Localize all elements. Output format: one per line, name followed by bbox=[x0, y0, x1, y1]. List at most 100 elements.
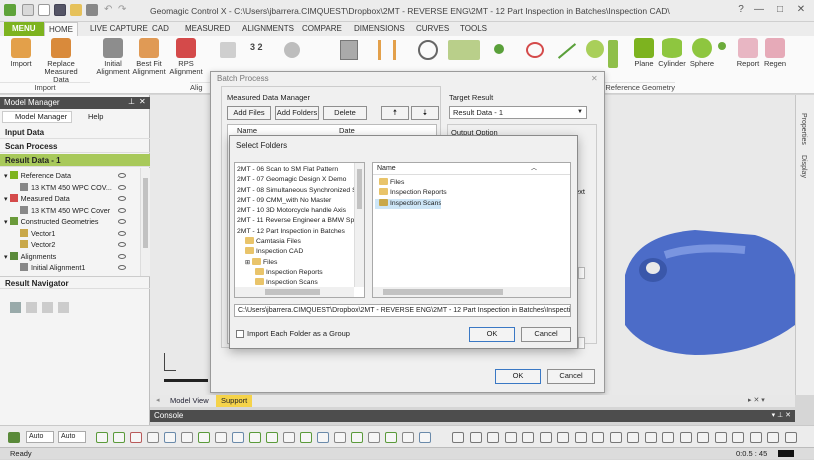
selection-mode-icon[interactable] bbox=[8, 432, 20, 443]
navigator-icon[interactable] bbox=[42, 302, 53, 313]
toolbar-tool-icon[interactable] bbox=[215, 432, 227, 443]
visibility-eye-icon[interactable] bbox=[118, 219, 126, 224]
filter-select-2[interactable]: Auto bbox=[58, 431, 86, 443]
maximize-button[interactable]: □ bbox=[773, 4, 787, 16]
tree-item[interactable]: ▾ Reference Data bbox=[4, 170, 71, 181]
numbered-points-icon[interactable]: 3 2 bbox=[250, 42, 263, 52]
folder-tree-hscroll-thumb[interactable] bbox=[265, 289, 320, 295]
folder-list-item[interactable]: Inspection Scans bbox=[375, 198, 441, 209]
visibility-eye-icon[interactable] bbox=[118, 207, 126, 213]
tree-scrollbar[interactable] bbox=[140, 168, 150, 276]
minimize-button[interactable]: — bbox=[752, 4, 766, 16]
toolbar-view-icon[interactable] bbox=[644, 432, 657, 443]
visibility-eye-icon[interactable] bbox=[118, 265, 126, 270]
visibility-eye-icon[interactable] bbox=[118, 253, 126, 259]
navigator-icon[interactable] bbox=[26, 302, 37, 313]
sphere-button[interactable]: Sphere bbox=[688, 38, 716, 82]
toolbar-view-icon[interactable] bbox=[487, 432, 499, 443]
folder-tree-item[interactable]: Inspection CAD bbox=[237, 247, 364, 257]
toolbar-view-icon[interactable] bbox=[697, 432, 709, 443]
folder-tree[interactable]: 2MT - 06 Scan to SM Flat Pattern 2MT - 07… bbox=[234, 162, 365, 298]
tab-home[interactable]: HOME bbox=[44, 22, 78, 36]
folder-tree-item[interactable]: 2MT - 06 Scan to SM Flat Pattern bbox=[237, 165, 364, 175]
folder-tree-item[interactable]: 2MT - 10 3D Motorcycle handle Axis bbox=[237, 206, 364, 216]
cylinder-button[interactable]: Cylinder bbox=[656, 38, 688, 82]
toolbar-tool-icon[interactable] bbox=[419, 432, 431, 443]
toolbar-view-icon[interactable] bbox=[574, 432, 587, 443]
visibility-eye-icon[interactable] bbox=[118, 196, 126, 201]
points-cloud-icon[interactable] bbox=[526, 42, 544, 58]
tab-live-capture[interactable]: LIVE CAPTURE bbox=[86, 22, 152, 36]
toolbar-tool-icon[interactable] bbox=[266, 432, 278, 443]
batch-cancel-button[interactable]: Cancel bbox=[547, 369, 595, 384]
toolbar-view-icon[interactable] bbox=[539, 432, 552, 443]
toolbar-tool-icon[interactable] bbox=[385, 432, 397, 443]
toolbar-tool-icon[interactable] bbox=[164, 432, 176, 443]
tree-item[interactable]: Vector1 bbox=[20, 228, 55, 239]
toolbar-tool-icon[interactable] bbox=[351, 432, 363, 443]
toolbar-tool-icon[interactable] bbox=[181, 432, 193, 443]
toolbar-view-icon[interactable] bbox=[732, 432, 744, 443]
output-field[interactable] bbox=[578, 267, 585, 279]
folder-tree-item[interactable]: 2MT - 08 Simultaneous Synchronized S bbox=[237, 186, 364, 196]
contents-hscroll-thumb[interactable] bbox=[383, 289, 503, 295]
tab-compare[interactable]: COMPARE bbox=[298, 22, 346, 36]
folder-tree-vscroll[interactable] bbox=[354, 163, 364, 287]
tab-cad[interactable]: CAD bbox=[148, 22, 173, 36]
import-button[interactable]: Import bbox=[4, 38, 38, 82]
add-folders-button[interactable]: Add Folders bbox=[275, 106, 319, 120]
display-tab[interactable]: Display bbox=[800, 155, 807, 178]
folder-list-item[interactable]: Files bbox=[375, 178, 565, 188]
select-folders-cancel-button[interactable]: Cancel bbox=[521, 327, 571, 342]
new-file-icon[interactable] bbox=[22, 4, 34, 16]
toolbar-tool-icon[interactable] bbox=[147, 432, 159, 443]
point-icon[interactable] bbox=[494, 44, 504, 54]
slot-icon[interactable] bbox=[608, 40, 618, 68]
toolbar-view-icon[interactable] bbox=[784, 432, 797, 443]
line-icon[interactable] bbox=[557, 43, 577, 59]
column-date[interactable]: Date bbox=[339, 126, 355, 135]
folder-tree-item[interactable]: 2MT - 12 Part Inspection in Batches bbox=[237, 227, 364, 237]
tab-support[interactable]: Support bbox=[216, 395, 253, 407]
folder-tree-item[interactable]: 2MT - 09 CMM_with No Master bbox=[237, 196, 364, 206]
contents-hscroll[interactable] bbox=[373, 287, 570, 297]
toolbar-view-icon[interactable] bbox=[627, 432, 639, 443]
tree-item[interactable]: ▾ Alignments bbox=[4, 251, 56, 262]
target-result-select[interactable]: Result Data - 1 ▼ bbox=[449, 106, 587, 119]
visibility-eye-icon[interactable] bbox=[118, 173, 126, 178]
regen-button[interactable]: Regen bbox=[762, 38, 788, 82]
batch-ok-button[interactable]: OK bbox=[495, 369, 541, 384]
open-folder-icon[interactable] bbox=[70, 4, 82, 16]
result-data-section[interactable]: Result Data - 1 bbox=[0, 154, 150, 167]
folder-path-field[interactable]: C:\Users\jbarrera.CIMQUEST\Dropbox\2MT -… bbox=[234, 304, 571, 317]
plane-button[interactable]: Plane bbox=[630, 38, 658, 82]
toolbar-tool-icon[interactable] bbox=[368, 432, 380, 443]
tab-model-manager[interactable]: Model Manager bbox=[2, 111, 72, 123]
circle-icon[interactable] bbox=[586, 40, 604, 58]
folder-tree-item[interactable]: Camtasia Files bbox=[237, 237, 364, 247]
delete-button[interactable]: Delete bbox=[323, 106, 367, 120]
folder-tree-item[interactable]: Inspection Reports bbox=[237, 267, 364, 278]
best-fit-alignment-button[interactable]: Best Fit Alignment bbox=[132, 38, 166, 82]
tree-item[interactable]: Vector2 bbox=[20, 239, 55, 250]
toolbar-view-icon[interactable] bbox=[609, 432, 622, 443]
tab-alignments[interactable]: ALIGNMENTS bbox=[238, 22, 298, 36]
tree-item[interactable]: ▾ Measured Data bbox=[4, 193, 70, 204]
toolbar-tool-icon[interactable] bbox=[232, 432, 244, 443]
toolbar-view-icon[interactable] bbox=[767, 432, 779, 443]
tree-item[interactable]: 13 KTM 450 WPC COV... bbox=[20, 182, 112, 193]
folder-tree-item[interactable]: ⊞ Files bbox=[237, 257, 364, 268]
import-group-checkbox[interactable] bbox=[236, 330, 244, 338]
toolbar-tool-icon[interactable] bbox=[113, 432, 125, 443]
toolbar-tool-icon[interactable] bbox=[130, 432, 142, 443]
input-data-section[interactable]: Input Data bbox=[0, 126, 150, 139]
help-icon[interactable]: ? bbox=[734, 4, 748, 16]
tree-item[interactable]: Initial Alignment1 bbox=[20, 262, 85, 273]
align-tool-icon[interactable] bbox=[220, 42, 236, 58]
transform-icon[interactable] bbox=[284, 42, 300, 58]
tab-tools[interactable]: TOOLS bbox=[456, 22, 491, 36]
report-button[interactable]: Report bbox=[734, 38, 762, 82]
filter-select-1[interactable]: Auto bbox=[26, 431, 54, 443]
close-window-button[interactable]: ✕ bbox=[794, 4, 808, 16]
expand-icon[interactable]: ⊞ bbox=[245, 260, 250, 266]
